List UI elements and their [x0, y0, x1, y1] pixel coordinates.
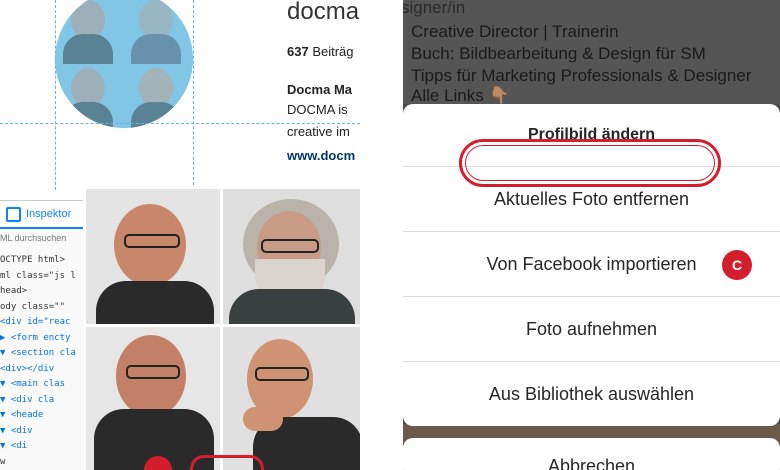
inspector-highlight-overlay [55, 0, 193, 128]
dom-tree-line[interactable]: <div></div [0, 364, 54, 374]
bio-text: creative im [287, 124, 350, 139]
devtools-panel: Inspektor ML durchsuchen OCTYPE html> ml … [0, 200, 86, 470]
right-screenshot-panel: signer/in Creative Director | Trainerin … [403, 0, 780, 470]
dom-tree-line[interactable]: ▶ <form encty [0, 333, 70, 343]
callout-highlight-ring [459, 139, 721, 187]
dom-tree-line[interactable]: ▼ <di [0, 441, 27, 451]
dom-tree-line[interactable]: ▼ <heade [0, 410, 43, 420]
photo-tile [86, 327, 220, 470]
bio-line: Alle Links 👇🏽 [411, 86, 510, 105]
photo-tile [223, 327, 360, 470]
tab-inspector-label: Inspektor [26, 208, 72, 220]
take-photo-button[interactable]: Foto aufnehmen [403, 296, 780, 361]
bio-website-link[interactable]: www.docm [287, 148, 355, 163]
dom-tree-line[interactable]: w [0, 457, 5, 467]
choose-library-button[interactable]: Aus Bibliothek auswählen [403, 361, 780, 426]
post-count-number: 637 [287, 44, 309, 59]
dom-tree-line[interactable]: ▼ <main clas [0, 379, 65, 389]
html-search-input[interactable]: ML durchsuchen [0, 233, 66, 243]
bio-text: DOCMA is [287, 102, 348, 117]
bio-line: Buch: Bildbearbeitung & Design für SM [411, 44, 706, 63]
post-count-label: Beiträg [312, 44, 354, 59]
dimmed-profile-bio: signer/in Creative Director | Trainerin … [403, 0, 780, 105]
bio-name: Docma Ma [287, 82, 353, 97]
callout-highlight-ring [190, 455, 264, 470]
bio-line: signer/in [403, 0, 466, 17]
bio-line: Creative Director | Trainerin [411, 22, 619, 41]
left-screenshot-panel: docma 637 Beiträg Docma Ma DOCMA is crea… [0, 0, 360, 470]
profile-avatar[interactable] [55, 0, 193, 128]
post-count: 637 Beiträg [287, 44, 354, 59]
inspector-guide-line [193, 0, 194, 190]
dom-tree-line[interactable]: ml class="js l [0, 271, 76, 281]
profile-photo-grid [83, 186, 360, 470]
tab-inspector[interactable]: Inspektor [0, 201, 86, 229]
cancel-button[interactable]: Abbrechen [403, 438, 780, 470]
dom-tree-line[interactable]: ▼ <section cla [0, 348, 76, 358]
profile-username: docma [287, 0, 360, 25]
callout-badge: C [722, 250, 752, 280]
inspector-icon [6, 206, 21, 222]
dom-tree-line[interactable]: <div id="reac [0, 317, 70, 327]
dom-tree-line[interactable]: ▼ <div cla [0, 395, 54, 405]
dom-tree-line[interactable]: head> [0, 286, 27, 296]
photo-tile [223, 189, 360, 324]
dom-tree-line[interactable]: OCTYPE html> [0, 255, 65, 265]
bio-line: Tipps für Marketing Professionals & Desi… [411, 66, 752, 85]
dom-tree-line[interactable]: ody class="" [0, 302, 65, 312]
inspector-guide-line [55, 0, 56, 190]
dom-tree-line[interactable]: ▼ <div [0, 426, 33, 436]
photo-tile [86, 189, 220, 324]
